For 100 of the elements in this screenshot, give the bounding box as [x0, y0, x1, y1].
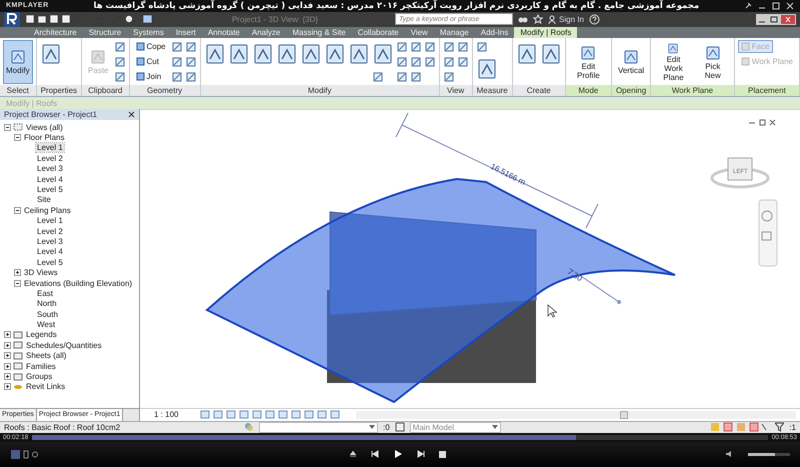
tree-item[interactable]: Level 2 [36, 154, 64, 163]
tree-item[interactable]: Ceiling Plans [23, 206, 72, 215]
eject-icon[interactable] [349, 450, 357, 458]
view-scale[interactable]: 1 : 100 [154, 410, 194, 420]
tree-item[interactable]: Level 4 [36, 174, 64, 184]
ribbon-button[interactable]: Cut [132, 55, 162, 68]
play-icon[interactable] [393, 449, 403, 460]
stop-icon[interactable] [439, 450, 446, 458]
tool-icon[interactable] [114, 40, 126, 53]
expander-icon[interactable] [14, 206, 21, 214]
ribbon-tab[interactable]: Manage [434, 27, 475, 38]
tool-icon[interactable] [456, 40, 469, 53]
seek-bar[interactable] [32, 434, 768, 440]
maximize-icon[interactable] [772, 2, 780, 10]
sign-in-button[interactable]: Sign In [548, 14, 584, 24]
expander-icon[interactable] [4, 342, 11, 349]
restore-icon[interactable] [769, 14, 779, 24]
ribbon-tab[interactable]: Architecture [28, 27, 83, 38]
expander-icon[interactable] [4, 331, 11, 338]
tool-icon[interactable] [442, 40, 455, 53]
tree-item[interactable]: Level 5 [36, 258, 64, 267]
ribbon-tab[interactable]: Insert [170, 27, 202, 38]
tree-item[interactable]: Revit Links [25, 382, 66, 392]
ribbon-button[interactable]: Vertical [614, 40, 648, 84]
ribbon-tab[interactable]: Annotate [202, 27, 246, 38]
tree-item[interactable]: Groups [25, 372, 54, 382]
ribbon-tab[interactable]: Massing & Site [286, 27, 352, 38]
previous-icon[interactable] [371, 450, 379, 458]
tree-item[interactable]: Site [36, 195, 52, 204]
view-window-controls[interactable] [748, 119, 776, 126]
model-dropdown[interactable]: Main Model [410, 422, 501, 433]
ribbon-button[interactable]: Modify [3, 40, 33, 84]
ribbon-button[interactable]: Cope [132, 40, 169, 54]
tree-item[interactable]: Elevations (Building Elevation) [23, 278, 134, 288]
help-icon[interactable] [588, 14, 600, 25]
tool-icon[interactable] [396, 70, 408, 83]
tool-icon[interactable] [170, 70, 183, 83]
pin-icon[interactable] [744, 2, 752, 10]
tree-item[interactable]: Schedules/Quantities [25, 340, 103, 350]
tree-item[interactable]: Level 1 [36, 216, 64, 226]
tree-item[interactable]: Legends [25, 330, 58, 340]
horizontal-scrollbar[interactable] [356, 410, 796, 419]
design-options-icon[interactable] [394, 422, 405, 432]
ribbon-tab[interactable]: Structure [82, 27, 128, 38]
tool-icon[interactable] [410, 40, 422, 53]
tree-item[interactable]: 3D Views [23, 268, 59, 278]
tool-icon[interactable] [396, 56, 408, 68]
ribbon-button[interactable]: Edit Profile [568, 40, 608, 84]
expander-icon[interactable] [4, 352, 11, 360]
tool-icon[interactable] [424, 56, 436, 68]
tree-item[interactable]: South [36, 310, 59, 319]
next-icon[interactable] [417, 450, 425, 458]
tree-item[interactable]: East [36, 288, 54, 298]
star-icon[interactable] [533, 14, 543, 24]
tree-item[interactable]: Views (all) [25, 122, 64, 132]
tree-item[interactable]: Level 3 [36, 164, 64, 174]
tree-item[interactable]: Families [25, 362, 57, 371]
tool-icon[interactable] [476, 40, 488, 53]
ribbon-tab[interactable]: Add-Ins [474, 27, 514, 38]
tool-icon[interactable] [456, 56, 469, 68]
ribbon-button[interactable]: Edit Work Plane [654, 40, 693, 84]
tool-icon[interactable] [372, 70, 384, 83]
ribbon-tab[interactable]: View [404, 27, 434, 38]
tree-item[interactable]: North [36, 299, 58, 308]
tree-item[interactable]: Level 5 [36, 184, 64, 194]
expander-icon[interactable] [14, 280, 21, 286]
ribbon-button[interactable]: Pick New [694, 40, 731, 84]
tool-icon[interactable] [424, 40, 436, 53]
ribbon-button[interactable]: Join [132, 70, 164, 84]
expander-icon[interactable] [14, 134, 21, 142]
tool-icon[interactable] [410, 56, 422, 68]
ribbon-tab[interactable]: Collaborate [352, 27, 405, 38]
tree-item[interactable]: Sheets (all) [25, 351, 68, 360]
navigation-bar[interactable] [758, 199, 778, 266]
tree-item[interactable]: Level 3 [36, 236, 64, 246]
tree-item[interactable]: Level 2 [36, 226, 64, 236]
tool-icon[interactable] [184, 56, 197, 68]
tree-item[interactable]: West [36, 320, 56, 330]
expander-icon[interactable] [4, 362, 11, 370]
tool-icon[interactable] [442, 56, 455, 68]
tool-icon[interactable] [396, 40, 408, 53]
volume-icon[interactable] [725, 450, 734, 458]
application-menu-button[interactable] [4, 12, 20, 27]
tree-item[interactable]: Floor Plans [23, 133, 66, 142]
tool-icon[interactable] [442, 70, 455, 83]
tool-icon[interactable] [170, 56, 183, 68]
ribbon-tab[interactable]: Analyze [246, 27, 286, 38]
volume-slider[interactable] [748, 452, 790, 456]
expander-icon[interactable] [4, 373, 11, 380]
expander-icon[interactable] [4, 124, 11, 131]
tool-icon[interactable] [114, 56, 126, 68]
tool-icon[interactable] [114, 70, 126, 83]
tree-item[interactable]: Level 1 [36, 143, 64, 152]
tool-icon[interactable] [170, 40, 183, 53]
ribbon-tab[interactable]: Systems [127, 27, 170, 38]
quick-access-toolbar-icon[interactable] [25, 14, 155, 24]
tool-icon[interactable] [184, 70, 197, 83]
expander-icon[interactable] [4, 383, 11, 390]
expander-icon[interactable] [14, 269, 21, 276]
tool-icon[interactable] [410, 70, 422, 83]
